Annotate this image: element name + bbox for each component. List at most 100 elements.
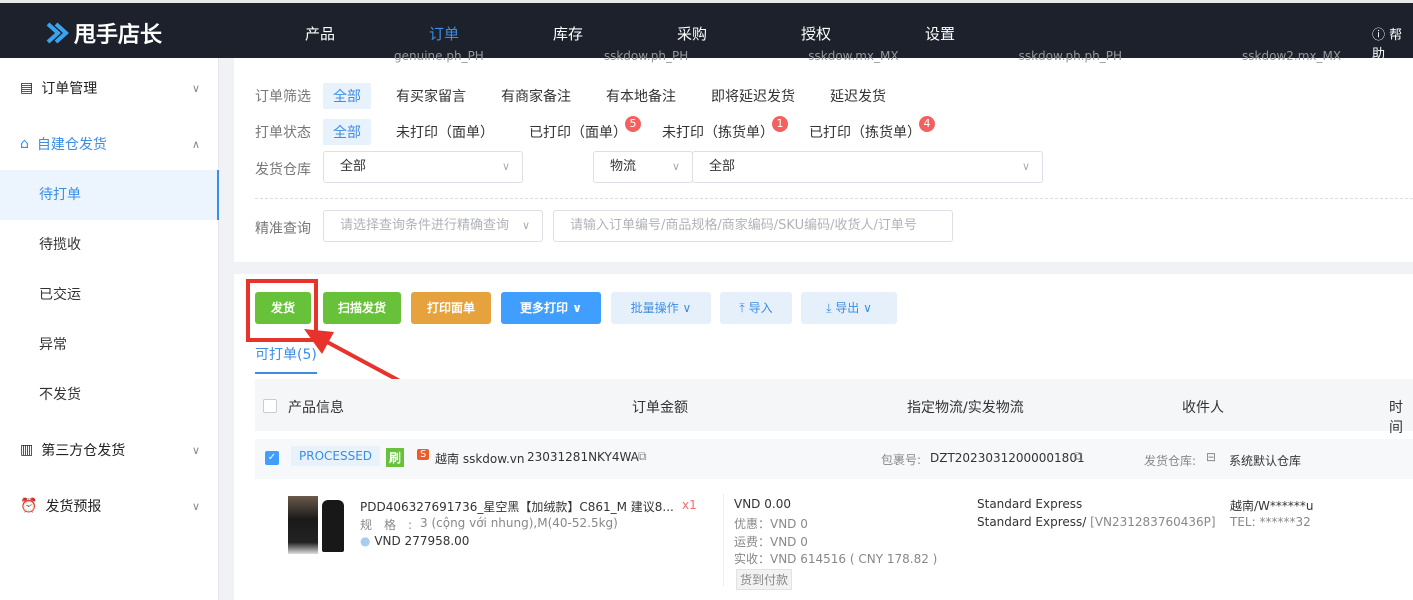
print-status-unprinted-pick[interactable]: 未打印（拣货单）1	[662, 122, 788, 142]
print-status-printed-pick[interactable]: 已打印（拣货单）4	[809, 122, 935, 142]
more-print-button[interactable]: 更多打印 ∨	[501, 292, 601, 324]
alarm-icon: ⏰	[20, 498, 37, 514]
print-label-button[interactable]: 打印面单	[411, 292, 491, 324]
upload-icon: ⤒	[739, 301, 744, 315]
print-status-printed-label[interactable]: 已打印（面单）5	[529, 122, 641, 142]
sidebar-item-shipped[interactable]: 已交运	[0, 270, 219, 320]
export-button[interactable]: ⤓ 导出 ∨	[801, 292, 897, 324]
warehouse-label: 发货仓库	[255, 159, 311, 179]
sidebar-item-exception[interactable]: 异常	[0, 320, 219, 370]
table-header: 产品信息 订单金额 指定物流/实发物流 收件人 时间	[255, 379, 1413, 431]
product-image[interactable]	[288, 496, 348, 556]
clipboard-icon: ▤	[20, 80, 33, 96]
group-label: 第三方仓发货	[41, 440, 125, 460]
print-status-unprinted-label[interactable]: 未打印（面单）	[396, 122, 494, 142]
product-price: ● VND 277958.00	[360, 534, 469, 548]
chevron-down-icon: ∨	[683, 301, 692, 315]
order-checkbox[interactable]: ✓	[265, 451, 279, 465]
query-condition-select[interactable]: 请选择查询条件进行精确查询∨	[323, 210, 543, 242]
logo-icon	[44, 20, 70, 46]
sidebar-group-forecast[interactable]: ⏰发货预报∨	[20, 496, 200, 516]
shop-tag[interactable]: sskdow.ph.ph_PH	[1019, 49, 1122, 63]
brush-tag: 刷	[386, 448, 404, 467]
amount-total: VND 0.00	[734, 497, 791, 511]
chevron-down-icon: ∨	[672, 152, 680, 182]
shop-tag[interactable]: sskdow2.mx_MX	[1242, 49, 1341, 63]
recipient-name: 越南/W******u	[1230, 497, 1314, 514]
nav-orders[interactable]: 订单	[429, 23, 459, 44]
col-amount: 订单金额	[632, 397, 688, 417]
divider	[723, 494, 724, 586]
print-status-all[interactable]: 全部	[323, 119, 371, 145]
col-product: 产品信息	[288, 397, 344, 417]
app-logo[interactable]: 甩手店长	[44, 17, 162, 49]
warehouse-icon: ⊟	[1206, 450, 1216, 464]
scan-ship-button[interactable]: 扫描发货	[323, 292, 401, 324]
warehouse-select[interactable]: 全部∨	[323, 151, 523, 183]
select-value: 全部	[709, 159, 735, 174]
payment-tag: 货到付款	[736, 569, 792, 590]
shop-strip: genuine.ph_PH sskdow.ph_PH sskdow.mx_MX ssk…	[394, 49, 1413, 63]
col-recipient: 收件人	[1182, 397, 1224, 417]
shop-tag[interactable]: sskdow.ph_PH	[604, 49, 688, 63]
chevron-up-icon: ∧	[192, 138, 200, 151]
dot-icon: ●	[360, 534, 370, 548]
precise-query-label: 精准查询	[255, 218, 311, 238]
batch-ops-button[interactable]: 批量操作 ∨	[611, 292, 711, 324]
amount-shipping: 运费：VND 0	[734, 533, 808, 550]
warehouse-name: 系统默认仓库	[1229, 452, 1301, 469]
price-text: VND 277958.00	[374, 534, 469, 548]
tracking-number: [VN231283760436P]	[1090, 515, 1215, 529]
nav-purchase[interactable]: 采购	[677, 23, 707, 44]
sidebar-item-pending-print[interactable]: 待打单	[0, 170, 219, 220]
download-icon: ⤓	[826, 301, 831, 315]
tab-printable[interactable]: 可打单(5)	[255, 344, 317, 374]
import-button[interactable]: ⤒ 导入	[720, 292, 792, 324]
nav-settings[interactable]: 设置	[925, 23, 955, 44]
logistics-select[interactable]: 全部 ∨	[692, 151, 1043, 183]
shop-tag[interactable]: genuine.ph_PH	[394, 49, 484, 63]
select-value: 全部	[340, 159, 366, 174]
logo-text: 甩手店长	[74, 17, 162, 49]
amount-discount: 优惠：VND 0	[734, 515, 808, 532]
group-label: 发货预报	[45, 496, 101, 516]
order-filter-late[interactable]: 延迟发货	[830, 86, 886, 106]
order-filter-seller-note[interactable]: 有商家备注	[501, 86, 571, 106]
order-filter-local-note[interactable]: 有本地备注	[606, 86, 676, 106]
building-icon: ▥	[20, 442, 33, 458]
copy-icon[interactable]: ⧉	[638, 449, 647, 464]
group-label: 订单管理	[41, 78, 97, 98]
select-all-checkbox[interactable]	[263, 399, 277, 413]
count-badge: 1	[772, 116, 788, 132]
button-label: 导出	[835, 301, 859, 315]
nav-inventory[interactable]: 库存	[553, 23, 583, 44]
copy-icon[interactable]: ⧉	[1074, 449, 1083, 464]
order-filter-buyer-msg[interactable]: 有买家留言	[396, 86, 466, 106]
shop-tag[interactable]: sskdow.mx_MX	[808, 49, 898, 63]
order-filter-all[interactable]: 全部	[323, 83, 371, 109]
logistics-actual: Standard Express/ [VN231283760436P]	[977, 515, 1216, 529]
button-label: 更多打印	[520, 301, 568, 315]
sidebar-item-pending-pickup[interactable]: 待揽收	[0, 220, 219, 270]
sidebar-group-order-management[interactable]: ▤订单管理∨	[20, 78, 200, 98]
nav-authorize[interactable]: 授权	[801, 23, 831, 44]
product-photo-model	[288, 496, 318, 554]
nav-products[interactable]: 产品	[305, 23, 335, 44]
filter-card: genuine.ph_PHsskdow.ph_PHsskdow.mx_MXssk…	[234, 58, 1413, 262]
sidebar-group-self-warehouse[interactable]: ⌂自建仓发货∧	[20, 134, 200, 154]
chevron-down-icon: ∨	[863, 301, 872, 315]
chevron-down-icon: ∨	[1022, 152, 1030, 182]
query-input[interactable]: 请输入订单编号/商品规格/商家编码/SKU编码/收货人/订单号	[553, 210, 953, 242]
status-badge: PROCESSED	[291, 446, 380, 466]
col-logistics: 指定物流/实发物流	[907, 397, 1024, 417]
sidebar-group-third-party[interactable]: ▥第三方仓发货∨	[20, 440, 200, 460]
count-badge: 5	[625, 116, 641, 132]
product-title[interactable]: PDD406327691736_星空黑【加绒款】C861_M 建议8...	[360, 498, 674, 515]
help-icon: ⓘ	[1372, 28, 1385, 43]
button-label: 批量操作	[631, 301, 679, 315]
logistics-type-select[interactable]: 物流∨	[593, 151, 693, 183]
button-label: 导入	[749, 301, 773, 315]
logistics-name: Standard Express/	[977, 515, 1086, 529]
sidebar-item-no-ship[interactable]: 不发货	[0, 370, 219, 420]
order-filter-soon-late[interactable]: 即将延迟发货	[711, 86, 795, 106]
